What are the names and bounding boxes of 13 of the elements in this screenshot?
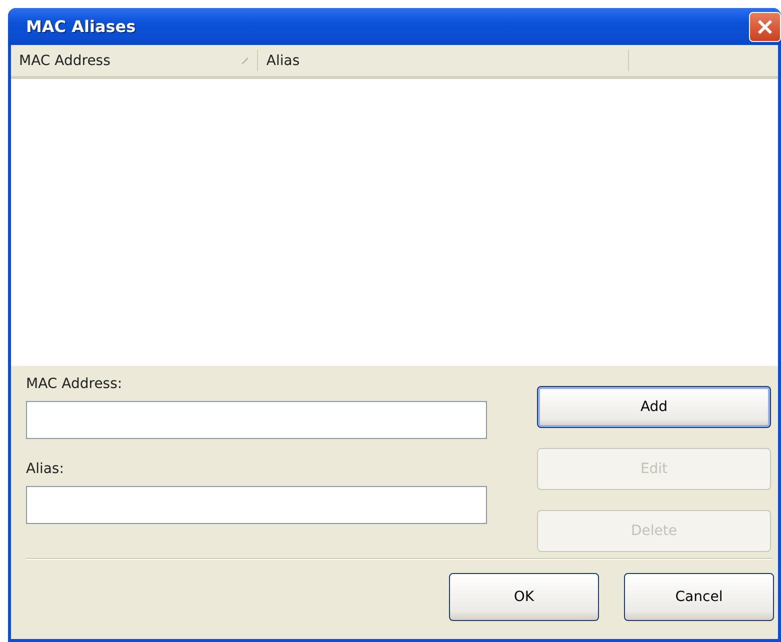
input-field[interactable] <box>26 401 487 439</box>
close-button[interactable] <box>749 12 781 42</box>
close-icon <box>756 18 774 36</box>
dialog-button[interactable]: OK <box>449 573 599 621</box>
column-header[interactable]: MAC Address <box>11 50 258 71</box>
sort-icon <box>241 56 250 64</box>
input-field[interactable] <box>26 486 487 524</box>
action-button[interactable]: Add <box>537 386 771 428</box>
window-title: MAC Aliases <box>26 17 137 36</box>
dialog-button[interactable]: Cancel <box>624 573 774 621</box>
column-header[interactable]: Alias <box>258 50 630 71</box>
field-label: Alias: <box>26 461 65 479</box>
field-label: MAC Address: <box>26 376 124 394</box>
